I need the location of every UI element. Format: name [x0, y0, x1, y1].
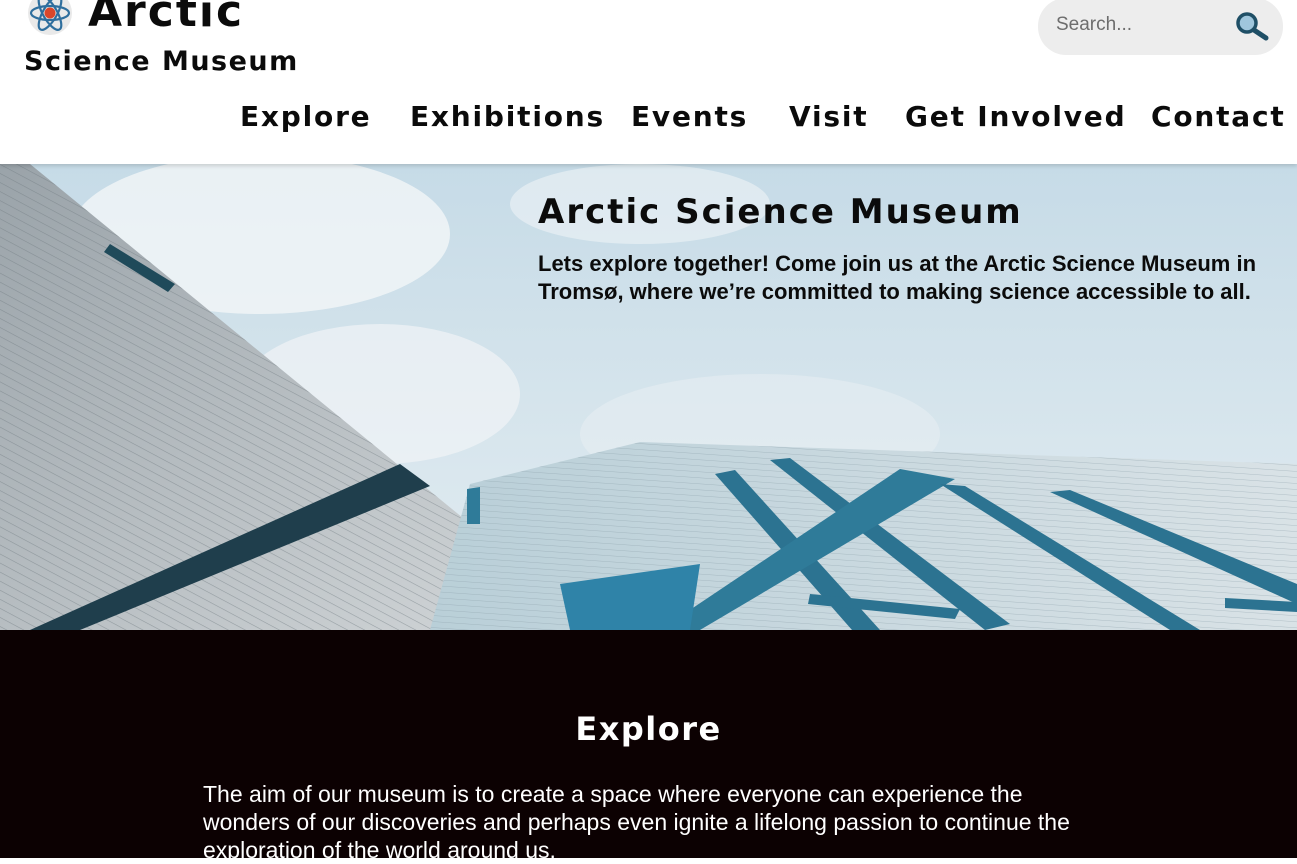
- search-input[interactable]: [1054, 10, 1219, 40]
- explore-section: Explore The aim of our museum is to crea…: [0, 630, 1297, 863]
- hero-intro-text: Lets explore together! Come join us at t…: [538, 251, 1257, 304]
- logo-subtitle: Science Museum: [24, 46, 299, 77]
- nav-item-get-involved[interactable]: Get Involved: [905, 100, 1126, 133]
- site-logo[interactable]: Arctic Science Museum: [24, 0, 324, 80]
- explore-text: The aim of our museum is to create a spa…: [203, 781, 1070, 863]
- hero-banner: Arctic Science Museum Lets explore toget…: [0, 164, 1297, 630]
- hero-title: Arctic Science Museum: [538, 192, 1023, 232]
- nav-item-events[interactable]: Events: [631, 100, 748, 133]
- hero-background-image: [0, 164, 1297, 630]
- nav-item-exhibitions[interactable]: Exhibitions: [410, 100, 605, 133]
- atom-icon: [28, 0, 72, 35]
- nav-item-contact[interactable]: Contact: [1151, 100, 1286, 133]
- search-icon[interactable]: [1232, 10, 1272, 42]
- nav-item-visit[interactable]: Visit: [789, 100, 868, 133]
- explore-heading: Explore: [575, 710, 722, 748]
- logo-title: Arctic: [88, 0, 245, 37]
- site-header: Arctic Science Museum Explore Exhibition…: [0, 0, 1297, 164]
- main-nav: Explore Exhibitions Events Visit Get Inv…: [0, 100, 1297, 144]
- search-box: [1038, 0, 1283, 55]
- nav-item-explore[interactable]: Explore: [240, 100, 371, 133]
